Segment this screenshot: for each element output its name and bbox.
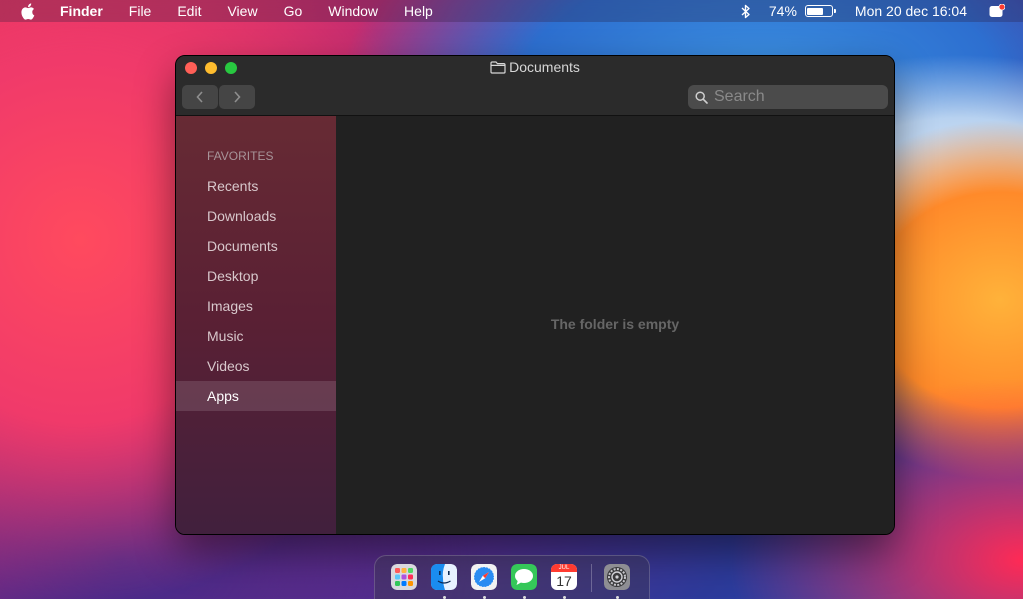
battery-percent: 74% [768,3,797,19]
status-area: 74% Mon 20 dec 16:04 [729,0,1023,22]
dock: JUL 17 [374,555,650,599]
search-icon [695,90,708,104]
menu-view[interactable]: View [214,0,270,22]
sidebar-item-downloads[interactable]: Downloads [176,201,336,231]
back-button[interactable] [182,85,218,109]
battery-level [807,7,824,15]
search-field[interactable] [688,85,888,109]
sidebar-item-apps[interactable]: Apps [176,381,336,411]
dock-launchpad[interactable] [391,564,417,590]
dock-separator [591,564,592,592]
file-list-area[interactable]: The folder is empty [336,116,894,534]
clock[interactable]: Mon 20 dec 16:04 [855,3,967,19]
folder-icon [490,60,506,74]
dock-system-preferences[interactable] [604,564,630,599]
title-bar[interactable]: Documents [176,56,894,116]
menu-edit[interactable]: Edit [164,0,214,22]
sidebar-item-images[interactable]: Images [176,291,336,321]
finder-icon [431,564,457,590]
menu-help[interactable]: Help [391,0,446,22]
menu-window[interactable]: Window [315,0,391,22]
navigation-buttons [182,85,256,109]
sidebar-item-recents[interactable]: Recents [176,171,336,201]
calendar-day: 17 [556,573,572,589]
launchpad-icon [391,564,417,590]
sidebar-item-documents[interactable]: Documents [176,231,336,261]
sidebar-item-desktop[interactable]: Desktop [176,261,336,291]
sidebar-list: Recents Downloads Documents Desktop Imag… [176,171,336,411]
menu-go[interactable]: Go [271,0,316,22]
menu-app-finder[interactable]: Finder [44,0,116,22]
sidebar-section-favorites: FAVORITES [207,149,274,163]
system-preferences-icon [604,564,630,590]
forward-button[interactable] [219,85,255,109]
menu-bar: Finder File Edit View Go Window Help 74%… [0,0,1023,22]
sidebar: FAVORITES Recents Downloads Documents De… [176,116,336,534]
dock-finder[interactable] [431,564,457,599]
menu-file[interactable]: File [116,0,165,22]
dock-calendar[interactable]: JUL 17 [551,564,577,599]
calendar-icon: JUL 17 [551,564,577,590]
messages-icon [511,564,537,590]
empty-folder-message: The folder is empty [550,316,680,332]
dock-messages[interactable] [511,564,537,599]
search-input[interactable] [714,88,874,106]
dock-safari[interactable] [471,564,497,599]
sidebar-item-music[interactable]: Music [176,321,336,351]
chevron-left-icon [196,91,203,103]
calendar-month: JUL [551,564,577,572]
chevron-right-icon [234,91,241,103]
bluetooth-icon[interactable] [741,4,751,19]
notification-center-icon[interactable] [989,4,1005,18]
safari-icon [471,564,497,590]
sidebar-item-videos[interactable]: Videos [176,351,336,381]
window-title-text: Documents [509,59,580,75]
apple-menu-icon[interactable] [20,0,38,22]
battery-icon[interactable] [804,5,836,17]
finder-window: Documents FAVORITES Recents Downloads Do… [175,55,895,535]
window-title: Documents [176,59,894,75]
